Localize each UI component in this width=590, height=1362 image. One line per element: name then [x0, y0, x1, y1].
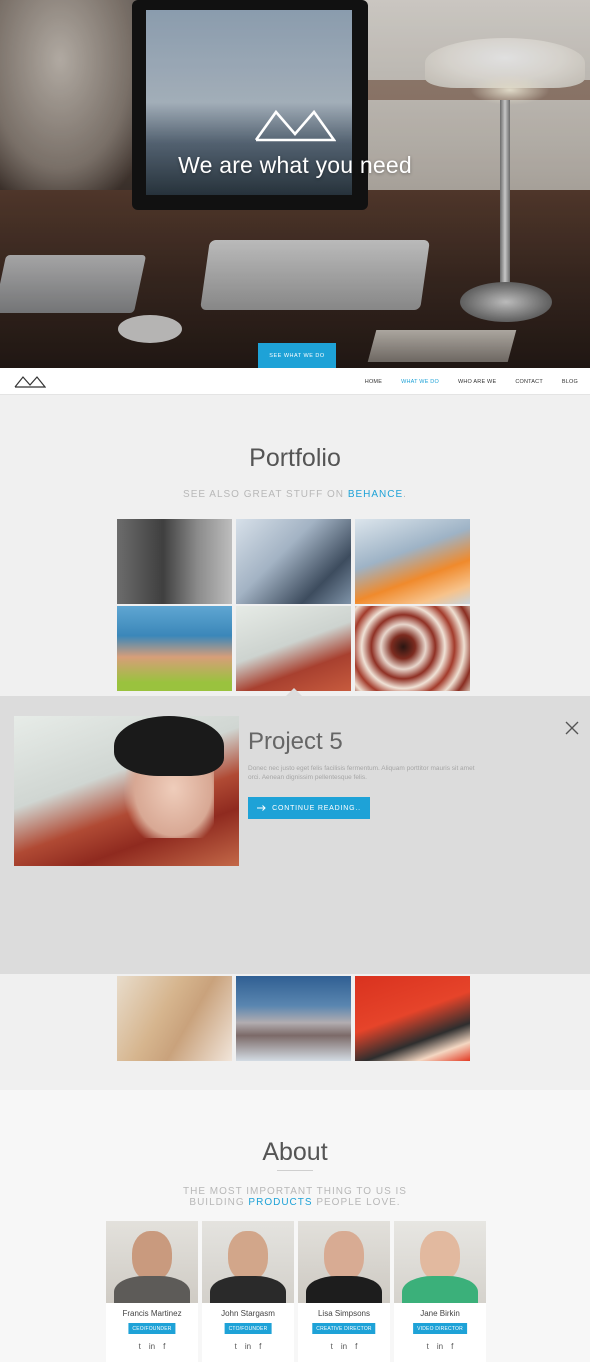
- team-photo-body: [402, 1276, 478, 1303]
- team-photo-body: [114, 1276, 190, 1303]
- arrow-right-icon: [257, 805, 266, 811]
- portfolio-thumb-9[interactable]: [355, 976, 470, 1061]
- nav-menu: HOME WHAT WE DO WHO ARE WE CONTACT BLOG: [346, 368, 578, 395]
- team-member-role: CEO/FOUNDER: [128, 1323, 176, 1334]
- about-divider: [277, 1170, 313, 1171]
- team-card: John Stargasm CTO/FOUNDER t in f: [202, 1221, 294, 1362]
- nav-item-blog[interactable]: BLOG: [562, 379, 578, 385]
- team-photo: [298, 1221, 390, 1303]
- hero-section: We are what you need SEE WHAT WE DO: [0, 0, 590, 368]
- about-section: [0, 1090, 590, 1362]
- team-photo: [202, 1221, 294, 1303]
- hero-overlay: [0, 0, 590, 368]
- about-subtitle-line-1: THE MOST IMPORTANT THING TO US IS: [183, 1186, 407, 1197]
- portfolio-subtitle-end: .: [403, 489, 407, 500]
- project-description: Donec nec justo eget felis facilisis fer…: [248, 765, 475, 781]
- team-social-links: t in f: [106, 1342, 198, 1351]
- behance-link[interactable]: BEHANCE: [348, 489, 403, 500]
- team-social-links: t in f: [298, 1342, 390, 1351]
- facebook-icon[interactable]: f: [355, 1342, 357, 1351]
- portfolio-thumb-4[interactable]: [117, 606, 232, 691]
- portfolio-thumb-3[interactable]: [355, 519, 470, 604]
- team-card: Francis Martinez CEO/FOUNDER t in f: [106, 1221, 198, 1362]
- portfolio-thumb-2[interactable]: [236, 519, 351, 604]
- facebook-icon[interactable]: f: [259, 1342, 261, 1351]
- team-photo-head: [420, 1231, 460, 1281]
- project-image-hair: [114, 716, 224, 776]
- facebook-icon[interactable]: f: [451, 1342, 453, 1351]
- mountain-logo-icon[interactable]: [14, 375, 46, 388]
- team-photo-body: [306, 1276, 382, 1303]
- about-subtitle: THE MOST IMPORTANT THING TO US IS BUILDI…: [170, 1186, 420, 1208]
- active-thumb-pointer: [286, 688, 302, 696]
- team-member-name: Jane Birkin: [420, 1309, 460, 1318]
- linkedin-icon[interactable]: in: [245, 1342, 251, 1351]
- about-subtitle-line-2: BUILDING: [189, 1197, 249, 1208]
- continue-reading-label: CONTINUE READING..: [272, 804, 361, 812]
- see-what-we-do-button[interactable]: SEE WHAT WE DO: [258, 343, 336, 368]
- mountain-logo-icon: [254, 109, 336, 142]
- team-member-role: CTO/FOUNDER: [224, 1323, 272, 1334]
- team-member-name: Lisa Simpsons: [317, 1309, 371, 1318]
- portfolio-thumb-5[interactable]: [236, 606, 351, 691]
- twitter-icon[interactable]: t: [331, 1342, 333, 1351]
- team-photo-body: [210, 1276, 286, 1303]
- team-card: Jane Birkin VIDEO DIRECTOR t in f: [394, 1221, 486, 1362]
- team-photo-head: [228, 1231, 268, 1281]
- portfolio-subtitle-text: SEE ALSO GREAT STUFF ON: [183, 489, 348, 500]
- about-subtitle-line-2-end: PEOPLE LOVE.: [312, 1197, 401, 1208]
- portfolio-subtitle: SEE ALSO GREAT STUFF ON BEHANCE.: [0, 489, 590, 500]
- nav-item-what-we-do[interactable]: WHAT WE DO: [401, 379, 439, 385]
- nav-item-contact[interactable]: CONTACT: [515, 379, 543, 385]
- twitter-icon[interactable]: t: [235, 1342, 237, 1351]
- team-social-links: t in f: [202, 1342, 294, 1351]
- about-subtitle-highlight: PRODUCTS: [248, 1197, 313, 1208]
- twitter-icon[interactable]: t: [139, 1342, 141, 1351]
- close-icon[interactable]: [564, 720, 580, 736]
- team-photo-head: [324, 1231, 364, 1281]
- team-social-links: t in f: [394, 1342, 486, 1351]
- team-member-name: Francis Martinez: [122, 1309, 182, 1318]
- project-title: Project 5: [248, 728, 343, 755]
- team-card: Lisa Simpsons CREATIVE DIRECTOR t in f: [298, 1221, 390, 1362]
- linkedin-icon[interactable]: in: [437, 1342, 443, 1351]
- team-member-role: VIDEO DIRECTOR: [413, 1323, 467, 1334]
- team-member-name: John Stargasm: [221, 1309, 275, 1318]
- portfolio-thumb-1[interactable]: [117, 519, 232, 604]
- portfolio-thumb-8[interactable]: [236, 976, 351, 1061]
- portfolio-thumb-7[interactable]: [117, 976, 232, 1061]
- portfolio-thumb-6[interactable]: [355, 606, 470, 691]
- facebook-icon[interactable]: f: [163, 1342, 165, 1351]
- main-navbar: HOME WHAT WE DO WHO ARE WE CONTACT BLOG: [0, 368, 590, 395]
- twitter-icon[interactable]: t: [427, 1342, 429, 1351]
- team-member-role: CREATIVE DIRECTOR: [312, 1323, 376, 1334]
- continue-reading-button[interactable]: CONTINUE READING..: [248, 797, 370, 819]
- nav-item-who-are-we[interactable]: WHO ARE WE: [458, 379, 496, 385]
- team-photo-head: [132, 1231, 172, 1281]
- linkedin-icon[interactable]: in: [149, 1342, 155, 1351]
- about-title: About: [262, 1138, 328, 1166]
- team-photo: [394, 1221, 486, 1303]
- project-image: [14, 716, 239, 866]
- portfolio-title: Portfolio: [249, 444, 341, 472]
- linkedin-icon[interactable]: in: [341, 1342, 347, 1351]
- nav-item-home[interactable]: HOME: [365, 379, 382, 385]
- hero-title: We are what you need: [178, 152, 412, 178]
- team-photo: [106, 1221, 198, 1303]
